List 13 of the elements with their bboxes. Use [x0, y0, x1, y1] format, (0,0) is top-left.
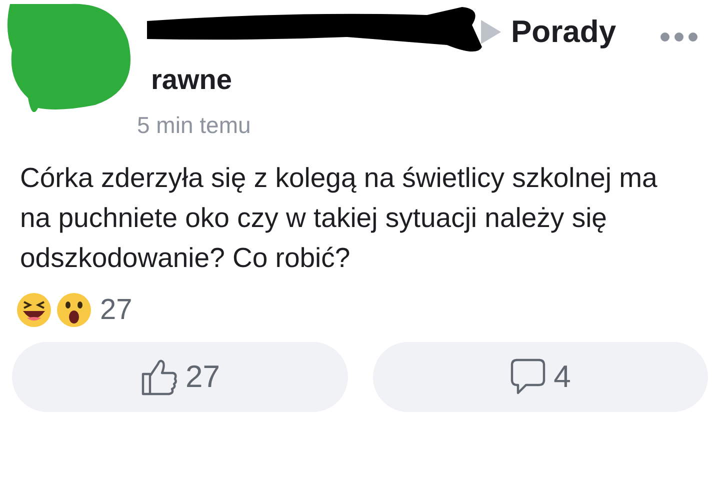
- surprised-emoji-icon: [56, 292, 92, 328]
- comment-button[interactable]: 4: [372, 342, 708, 412]
- more-options-icon[interactable]: [660, 32, 698, 42]
- speech-bubble-icon: [510, 358, 546, 396]
- triangle-icon: [481, 20, 501, 44]
- group-name[interactable]: rawne: [137, 64, 720, 104]
- thumbs-up-icon: [140, 358, 178, 396]
- timestamp: 5 min temu: [137, 112, 252, 139]
- laughing-emoji-icon: [16, 292, 52, 328]
- like-button[interactable]: 27: [12, 342, 348, 412]
- reaction-count[interactable]: 27: [100, 294, 132, 326]
- group-name[interactable]: Porady: [511, 14, 616, 50]
- post-text: Córka zderzyła się z kolegą na świetlicy szkolnej ma na puchniete oko czy w takiej sytuacji należy się odszkodowanie? Co robić?: [20, 161, 658, 275]
